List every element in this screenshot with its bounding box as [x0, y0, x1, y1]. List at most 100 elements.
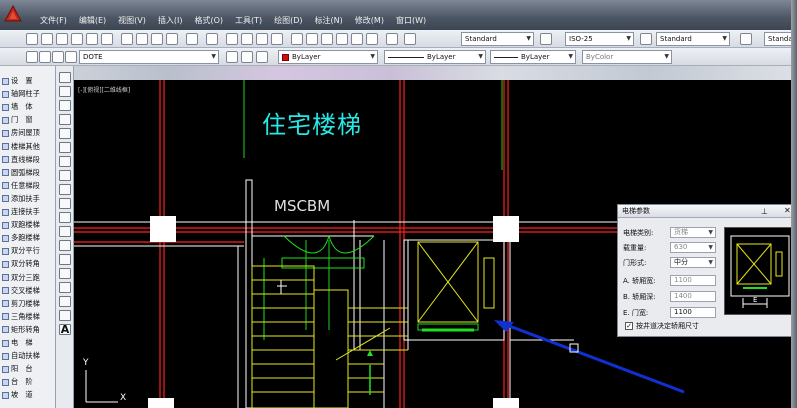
- field-value[interactable]: 1100: [670, 307, 716, 318]
- ellipse-icon[interactable]: [59, 198, 71, 209]
- menu-item[interactable]: 工具(T): [235, 15, 262, 26]
- calculator-icon[interactable]: [366, 33, 378, 45]
- palette-item[interactable]: 矩形转角: [2, 325, 40, 335]
- palette-item[interactable]: 墙 体: [2, 102, 33, 112]
- text-style-combo[interactable]: Standard ▼: [461, 32, 534, 46]
- arc-icon[interactable]: [59, 142, 71, 153]
- help-icon[interactable]: [386, 33, 398, 45]
- palette-item[interactable]: 多跑楼梯: [2, 233, 40, 243]
- make-block-icon[interactable]: [59, 240, 71, 251]
- menu-item[interactable]: 修改(M): [355, 15, 384, 26]
- paste-icon[interactable]: [151, 33, 163, 45]
- table-style-combo[interactable]: Standard ▼: [656, 32, 730, 46]
- save-icon[interactable]: [56, 33, 68, 45]
- cut-icon[interactable]: [121, 33, 133, 45]
- palette-item[interactable]: 楼梯其他: [2, 142, 40, 152]
- menu-item[interactable]: 编辑(E): [79, 15, 106, 26]
- sun-icon[interactable]: [39, 51, 51, 63]
- menu-item[interactable]: 视图(V): [118, 15, 146, 26]
- palette-item[interactable]: 双分平行: [2, 246, 40, 256]
- redo-icon[interactable]: [206, 33, 218, 45]
- shaft-size-checkbox[interactable]: ✓ 按井道决定轿厢尺寸: [625, 321, 699, 331]
- multileader-style-icon[interactable]: [740, 33, 752, 45]
- construction-line-icon[interactable]: [59, 86, 71, 97]
- spline-icon[interactable]: [59, 184, 71, 195]
- menu-item[interactable]: 格式(O): [194, 15, 223, 26]
- palette-item[interactable]: 双分三跑: [2, 273, 40, 283]
- lineweight-combo[interactable]: ByLayer ▼: [490, 50, 576, 64]
- copy-icon[interactable]: [136, 33, 148, 45]
- revision-cloud-icon[interactable]: [59, 170, 71, 181]
- palette-item[interactable]: 双分转角: [2, 259, 40, 269]
- palette-item[interactable]: 台 阶: [2, 377, 33, 387]
- pan-icon[interactable]: [226, 33, 238, 45]
- ellipse-arc-icon[interactable]: [59, 212, 71, 223]
- palette-item[interactable]: 连接扶手: [2, 207, 40, 217]
- menu-item[interactable]: 窗口(W): [396, 15, 426, 26]
- gradient-icon[interactable]: [59, 282, 71, 293]
- publish-icon[interactable]: [101, 33, 113, 45]
- palette-item[interactable]: 交叉楼梯: [2, 286, 40, 296]
- checkbox-box[interactable]: ✓: [625, 322, 633, 330]
- palette-item[interactable]: 直线梯段: [2, 155, 40, 165]
- markup-icon[interactable]: [351, 33, 363, 45]
- viewport-controls-label[interactable]: [-][俯视][二维线框]: [78, 85, 130, 94]
- field-value[interactable]: 630 ▼: [670, 242, 716, 253]
- palette-item[interactable]: 门 窗: [2, 115, 33, 125]
- text-style-icon[interactable]: [404, 33, 416, 45]
- menu-item[interactable]: 标注(N): [315, 15, 343, 26]
- design-center-icon[interactable]: [306, 33, 318, 45]
- palette-item[interactable]: 坡 道: [2, 390, 33, 400]
- dim-style-combo[interactable]: ISO-25 ▼: [565, 32, 634, 46]
- menu-item[interactable]: 绘图(D): [274, 15, 302, 26]
- zoom-previous-icon[interactable]: [271, 33, 283, 45]
- polyline-icon[interactable]: [59, 100, 71, 111]
- palette-item[interactable]: 三角楼梯: [2, 312, 40, 322]
- line-tool-icon[interactable]: [59, 72, 71, 83]
- linetype-combo[interactable]: ByLayer ▼: [384, 50, 486, 64]
- field-value[interactable]: 1400: [670, 291, 716, 302]
- sheet-set-icon[interactable]: [336, 33, 348, 45]
- rectangle-icon[interactable]: [59, 128, 71, 139]
- insert-block-icon[interactable]: [59, 226, 71, 237]
- lock-icon[interactable]: [52, 51, 64, 63]
- palette-item[interactable]: 轴网柱子: [2, 89, 40, 99]
- field-value[interactable]: 货梯 ▼: [670, 227, 716, 238]
- color-combo[interactable]: ByLayer ▼: [278, 50, 378, 64]
- lightbulb-icon[interactable]: [26, 51, 38, 63]
- palette-item[interactable]: 阳 台: [2, 364, 33, 374]
- palette-item[interactable]: 房间屋顶: [2, 128, 40, 138]
- palette-item[interactable]: 圆弧梯段: [2, 168, 40, 178]
- layer-states-icon[interactable]: [256, 51, 268, 63]
- palette-item[interactable]: 自动扶梯: [2, 351, 40, 361]
- circle-icon[interactable]: [59, 156, 71, 167]
- zoom-realtime-icon[interactable]: [241, 33, 253, 45]
- palette-item[interactable]: 双跑楼梯: [2, 220, 40, 230]
- palette-item[interactable]: 任意梯段: [2, 181, 40, 191]
- app-logo-icon[interactable]: [4, 5, 22, 23]
- point-icon[interactable]: [59, 254, 71, 265]
- undo-icon[interactable]: [186, 33, 198, 45]
- field-value[interactable]: 1100: [670, 275, 716, 286]
- zoom-window-icon[interactable]: [256, 33, 268, 45]
- print-preview-icon[interactable]: [86, 33, 98, 45]
- open-file-icon[interactable]: [41, 33, 53, 45]
- print-icon[interactable]: [71, 33, 83, 45]
- menu-item[interactable]: 文件(F): [40, 15, 67, 26]
- table-style-icon[interactable]: [640, 33, 652, 45]
- hatch-icon[interactable]: [59, 268, 71, 279]
- palette-item[interactable]: 添加扶手: [2, 194, 40, 204]
- field-value[interactable]: 中分 ▼: [670, 257, 716, 268]
- layer-previous-icon[interactable]: [241, 51, 253, 63]
- tool-palettes-icon[interactable]: [321, 33, 333, 45]
- menu-item[interactable]: 插入(I): [158, 15, 183, 26]
- layer-combo[interactable]: DOTE ▼: [79, 50, 219, 64]
- table-icon[interactable]: [59, 310, 71, 321]
- palette-item[interactable]: 剪刀楼梯: [2, 299, 40, 309]
- dim-style-icon[interactable]: [540, 33, 552, 45]
- make-current-layer-icon[interactable]: [226, 51, 238, 63]
- plot-style-combo[interactable]: ByColor ▼: [582, 50, 672, 64]
- layer-color-icon[interactable]: [65, 51, 77, 63]
- palette-item[interactable]: 设 置: [2, 76, 33, 86]
- polygon-icon[interactable]: [59, 114, 71, 125]
